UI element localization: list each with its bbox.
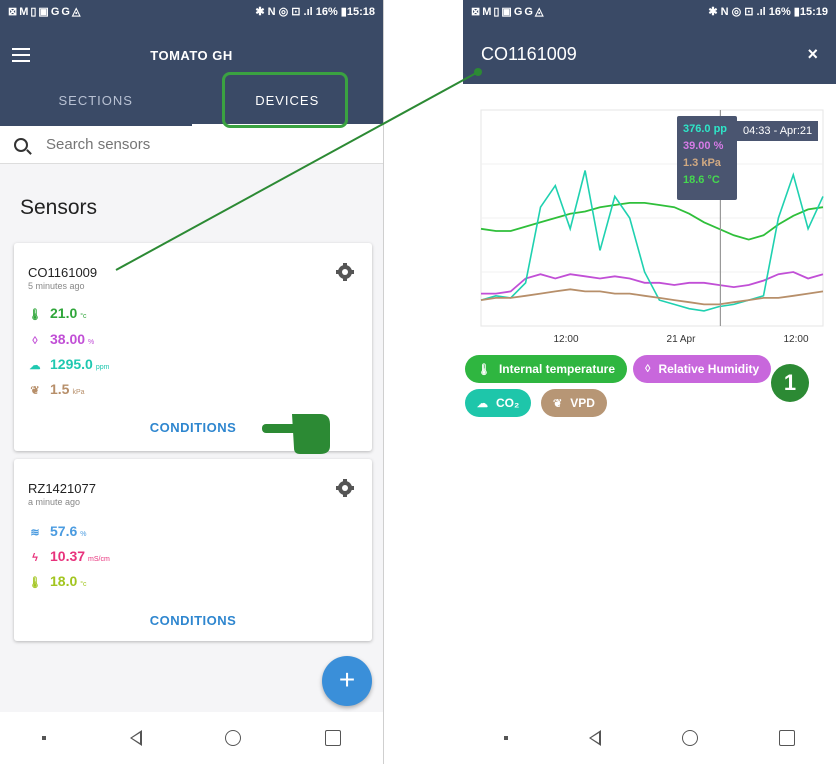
status-icons: ⊠M▯▣GG◬ xyxy=(471,5,546,18)
series-line-internal-temperature xyxy=(480,202,824,241)
reading-unit: kPa xyxy=(72,389,85,396)
gear-icon[interactable] xyxy=(336,479,354,497)
series-line-vpd xyxy=(480,288,824,306)
sensor-card[interactable]: CO1161009 5 minutes ago 🌡 21.0 °c ◊ 38.0… xyxy=(14,243,372,451)
reading-temperature: 🌡 21.0 °c xyxy=(28,305,87,321)
chart-lines xyxy=(480,170,824,312)
reading-unit: mS/cm xyxy=(88,556,110,563)
droplet-icon: ◊ xyxy=(32,335,38,347)
home-icon[interactable] xyxy=(225,730,242,746)
device-title: CO1161009 xyxy=(481,44,577,64)
tooltip-time: 04:33 - Apr:21 xyxy=(737,121,819,141)
search-input[interactable] xyxy=(46,136,346,153)
reading-value: 38.00 xyxy=(50,331,86,347)
cloud-icon: ☁ xyxy=(477,397,488,410)
reading-value: 1295.0 xyxy=(50,356,93,372)
reading-vpd: ❦ 1.5 kPa xyxy=(28,381,85,397)
reading-humidity: ◊ 38.00 % xyxy=(28,331,94,347)
series-line-co2 xyxy=(480,170,824,312)
leaf-icon: ❦ xyxy=(553,397,563,410)
chip-label: CO₂ xyxy=(496,396,520,410)
device-header: CO1161009 × xyxy=(463,22,836,84)
sensor-card[interactable]: RZ1421077 a minute ago ≋ 57.6 % ϟ 10.37 … xyxy=(14,459,372,641)
chip-label: VPD xyxy=(570,396,595,410)
tab-sections[interactable]: SECTIONS xyxy=(0,90,192,126)
sensor-name: CO1161009 xyxy=(28,265,98,280)
reading-value: 18.0 xyxy=(50,573,78,589)
chart-grid xyxy=(480,109,824,327)
cloud-icon: ☁ xyxy=(29,360,41,372)
leaf-icon: ❦ xyxy=(30,385,40,397)
x-tick-label: 12:00 xyxy=(553,334,578,345)
reading-unit: °c xyxy=(80,313,87,320)
waves-icon: ≋ xyxy=(30,527,40,539)
search-bar xyxy=(0,126,383,164)
chip-relative-humidity[interactable]: ◊ Relative Humidity xyxy=(633,355,772,383)
sensor-name: RZ1421077 xyxy=(28,481,96,496)
chip-co2[interactable]: ☁ CO₂ xyxy=(465,389,532,417)
reading-unit: °c xyxy=(80,581,87,588)
reading-value: 21.0 xyxy=(50,305,78,321)
reading-temperature: 🌡 18.0 °c xyxy=(28,573,87,589)
conditions-button[interactable]: CONDITIONS xyxy=(14,420,372,435)
android-nav-bar xyxy=(0,712,383,764)
reading-value: 10.37 xyxy=(50,548,86,564)
nav-dot-icon xyxy=(503,736,508,740)
add-fab-button[interactable]: + xyxy=(322,656,372,706)
reading-value: 1.5 xyxy=(50,381,70,397)
conditions-button[interactable]: CONDITIONS xyxy=(14,613,372,628)
reading-unit: % xyxy=(80,531,87,538)
reading-value: 57.6 xyxy=(50,523,78,539)
thermometer-icon: 🌡 xyxy=(28,577,42,589)
sensors-heading: Sensors xyxy=(20,196,98,219)
reading-unit: % xyxy=(88,339,95,346)
status-bar: ⊠M▯▣GG◬ ✱ N ◎ ⊡ .ıl 16% ▮15:19 xyxy=(463,0,836,22)
chart-tooltip: 376.0 pp 39.00 % 1.3 kPa 18.6 °C xyxy=(677,116,737,200)
step-badge: 1 xyxy=(771,364,809,402)
reading-conductivity: ϟ 10.37 mS/cm xyxy=(28,548,110,564)
reading-unit: ppm xyxy=(95,364,110,371)
gear-icon[interactable] xyxy=(336,263,354,281)
close-icon[interactable]: × xyxy=(807,44,818,65)
sensor-time: 5 minutes ago xyxy=(28,281,85,291)
status-icons: ⊠M▯▣GG◬ xyxy=(8,5,83,18)
thermometer-icon: 🌡 xyxy=(28,309,42,321)
sensor-time: a minute ago xyxy=(28,497,81,507)
android-nav-bar xyxy=(463,712,836,764)
chip-vpd[interactable]: ❦ VPD xyxy=(541,389,607,417)
series-line-relative-humidity xyxy=(481,271,824,295)
droplet-icon: ◊ xyxy=(645,363,651,375)
back-icon[interactable] xyxy=(129,730,142,746)
tooltip-co2: 376.0 pp xyxy=(683,123,728,135)
recent-apps-icon[interactable] xyxy=(779,730,796,746)
recent-apps-icon[interactable] xyxy=(325,730,342,746)
bolt-icon: ϟ xyxy=(32,552,38,564)
chip-internal-temperature[interactable]: 🌡 Internal temperature xyxy=(465,355,628,383)
status-time: ✱ N ◎ ⊡ .ıl 16% ▮15:19 xyxy=(708,5,828,18)
home-icon[interactable] xyxy=(682,730,699,746)
status-time: ✱ N ◎ ⊡ .ıl 16% ▮15:18 xyxy=(255,5,375,18)
devices-tab-highlight xyxy=(222,72,348,128)
nav-dot-icon xyxy=(41,736,46,740)
chart-x-ticks: 12:00 21 Apr 12:00 xyxy=(553,334,808,345)
tooltip-rh: 39.00 % xyxy=(683,140,724,152)
app-title: TOMATO GH xyxy=(150,48,233,63)
x-tick-label: 12:00 xyxy=(783,334,808,345)
search-icon xyxy=(14,137,28,152)
tooltip-temp: 18.6 °C xyxy=(683,174,720,186)
reading-co2: ☁ 1295.0 ppm xyxy=(28,356,110,372)
back-icon[interactable] xyxy=(588,730,601,746)
chip-label: Internal temperature xyxy=(498,362,616,376)
status-bar: ⊠M▯▣GG◬ ✱ N ◎ ⊡ .ıl 16% ▮15:18 xyxy=(0,0,383,22)
thermometer-icon: 🌡 xyxy=(477,363,491,376)
reading-water-content: ≋ 57.6 % xyxy=(28,523,86,539)
x-tick-label: 21 Apr xyxy=(667,334,697,345)
chip-label: Relative Humidity xyxy=(658,362,760,376)
tooltip-vpd: 1.3 kPa xyxy=(683,157,721,169)
